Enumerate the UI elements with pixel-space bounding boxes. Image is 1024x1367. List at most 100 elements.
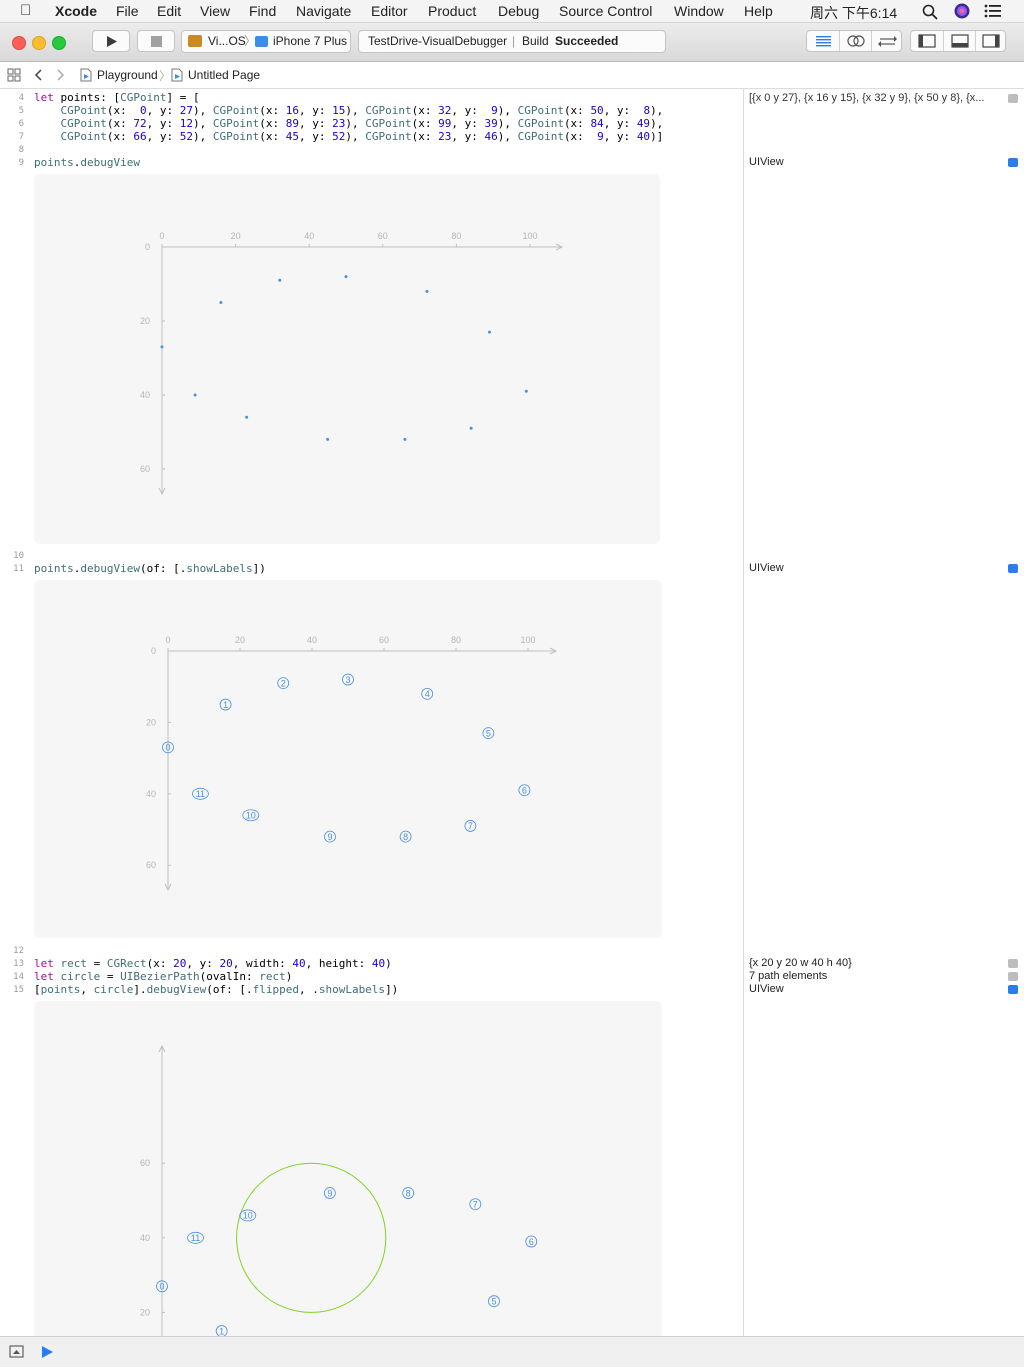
run-button[interactable] <box>92 30 130 52</box>
menu-view[interactable]: View <box>200 3 230 19</box>
menu-debug[interactable]: Debug <box>498 3 539 19</box>
menu-find[interactable]: Find <box>249 3 276 19</box>
siri-icon[interactable] <box>954 3 970 19</box>
y-tick-label: 40 <box>140 1233 150 1243</box>
code-line-6[interactable]: CGPoint(x: 72, y: 12), CGPoint(x: 89, y:… <box>34 117 664 130</box>
zoom-window-button[interactable] <box>52 36 66 50</box>
menu-editor[interactable]: Editor <box>371 3 408 19</box>
point-label: 11 <box>196 789 205 799</box>
menubar-clock[interactable]: 周六 下午6:14 <box>810 3 897 23</box>
code-line-4[interactable]: let points: [CGPoint] = [ <box>34 91 200 104</box>
x-tick-label: 20 <box>235 635 245 645</box>
point-label: 10 <box>246 811 256 821</box>
code-line-7[interactable]: CGPoint(x: 66, y: 52), CGPoint(x: 45, y:… <box>34 130 664 143</box>
standard-editor-icon[interactable] <box>807 31 839 51</box>
x-tick-label: 0 <box>159 231 164 241</box>
code-line-5[interactable]: CGPoint(x: 0, y: 27), CGPoint(x: 16, y: … <box>34 104 664 117</box>
data-point <box>326 437 330 441</box>
code-line-14[interactable]: let circle = UIBezierPath(ovalIn: rect) <box>34 970 292 983</box>
menu-app-xcode[interactable]: Xcode <box>55 3 97 19</box>
forward-arrow-icon[interactable] <box>56 68 66 82</box>
apple-icon[interactable]:  <box>20 2 31 19</box>
code-line-15[interactable]: [points, circle].debugView(of: [.flipped… <box>34 983 398 996</box>
code-line-11[interactable]: points.debugView(of: [.showLabels]) <box>34 562 266 575</box>
spotlight-search-icon[interactable] <box>922 4 938 20</box>
data-point <box>245 415 249 419</box>
result-line-9[interactable]: UIView <box>749 156 784 168</box>
result-line-4[interactable]: [{x 0 y 27}, {x 16 y 15}, {x 32 y 9}, {x… <box>749 92 984 104</box>
back-arrow-icon[interactable] <box>33 68 43 82</box>
notification-center-icon[interactable] <box>984 4 1002 18</box>
line-number: 13 <box>13 959 24 969</box>
y-tick-label: 20 <box>146 717 156 727</box>
navigator-panel-icon[interactable] <box>911 31 943 51</box>
quick-look-icon[interactable] <box>1008 972 1018 981</box>
data-point <box>193 393 197 397</box>
x-tick-label: 100 <box>522 231 537 241</box>
stop-button[interactable] <box>137 30 175 52</box>
scheme-selector[interactable]: Vi...OS 〉 iPhone 7 Plus <box>181 30 351 53</box>
result-line-14[interactable]: 7 path elements <box>749 970 827 982</box>
menu-navigate[interactable]: Navigate <box>296 3 351 19</box>
debug-area-panel-icon[interactable] <box>943 31 976 51</box>
menu-window[interactable]: Window <box>674 3 724 19</box>
point-label: 8 <box>406 1188 411 1198</box>
show-result-icon[interactable] <box>1008 564 1018 573</box>
quick-look-icon[interactable] <box>1008 959 1018 968</box>
quick-look-icon[interactable] <box>1008 94 1018 103</box>
jump-bar: Playground 〉 Untitled Page <box>0 62 1024 89</box>
y-tick-label: 40 <box>140 390 150 400</box>
x-tick-label: 80 <box>451 635 461 645</box>
scatter-plot-flipped-with-circle: 020406080100020406001234567891011 <box>140 1044 538 1336</box>
data-point <box>425 289 429 293</box>
inline-result-panel-3[interactable]: 020406080100020406001234567891011 <box>34 1001 662 1336</box>
inline-result-panel-1[interactable]: 0 20 40 60 80 100 0 20 40 60 <box>34 174 660 544</box>
point-label: 6 <box>522 786 527 796</box>
menu-file[interactable]: File <box>116 3 139 19</box>
result-line-11[interactable]: UIView <box>749 562 784 574</box>
data-point <box>488 330 492 334</box>
menu-edit[interactable]: Edit <box>157 3 181 19</box>
show-result-icon[interactable] <box>1008 985 1018 994</box>
status-separator: | <box>512 34 516 48</box>
version-editor-icon[interactable] <box>871 31 903 51</box>
code-line-9[interactable]: points.debugView <box>34 156 140 169</box>
result-line-13[interactable]: {x 20 y 20 w 40 h 40} <box>749 957 852 969</box>
result-line-15[interactable]: UIView <box>749 983 784 995</box>
execute-playground-icon[interactable] <box>40 1345 54 1359</box>
hide-debug-area-icon[interactable] <box>9 1345 25 1359</box>
inline-result-panel-2[interactable]: 0 20 40 60 80 100 0 20 40 60 0 1 2 3 4 5 6 7 8 9 10 11 <box>34 580 662 938</box>
point-label: 4 <box>425 689 430 699</box>
x-tick-label: 40 <box>304 231 314 241</box>
y-tick-label: 60 <box>146 860 156 870</box>
breadcrumb-untitled-page[interactable]: Untitled Page <box>188 68 260 82</box>
close-window-button[interactable] <box>12 36 26 50</box>
line-number: 10 <box>13 551 24 561</box>
line-number: 5 <box>18 106 24 116</box>
scatter-plot-labeled-points: 0 20 40 60 80 100 0 20 40 60 0 1 2 3 4 5 6 7 8 9 10 11 <box>146 635 558 892</box>
assistant-editor-icon[interactable] <box>839 31 872 51</box>
utilities-panel-icon[interactable] <box>975 31 1007 51</box>
point-label: 10 <box>243 1211 253 1221</box>
line-number: 12 <box>13 946 24 956</box>
point-label: 0 <box>159 1282 164 1292</box>
breadcrumb-playground[interactable]: Playground <box>97 68 158 82</box>
breadcrumb-chevron-icon: 〉 <box>159 69 172 83</box>
menu-help[interactable]: Help <box>744 3 773 19</box>
project-name: TestDrive-VisualDebugger <box>368 34 508 48</box>
minimize-window-button[interactable] <box>32 36 46 50</box>
related-items-grid-icon[interactable] <box>7 68 21 82</box>
data-point <box>160 345 164 349</box>
data-point <box>469 426 473 430</box>
menu-product[interactable]: Product <box>428 3 476 19</box>
data-point <box>219 301 223 304</box>
simulator-device-icon <box>255 36 268 47</box>
point-label: 7 <box>468 821 473 831</box>
panel-toggle-segmented-control <box>910 30 1006 52</box>
show-result-icon[interactable] <box>1008 158 1018 167</box>
x-tick-label: 60 <box>378 231 388 241</box>
code-line-13[interactable]: let rect = CGRect(x: 20, y: 20, width: 4… <box>34 957 392 970</box>
menu-source-control[interactable]: Source Control <box>559 3 652 19</box>
source-editor[interactable]: 4 5 6 7 8 9 10 11 12 13 14 15 let points… <box>0 89 743 1336</box>
data-point <box>344 275 348 279</box>
